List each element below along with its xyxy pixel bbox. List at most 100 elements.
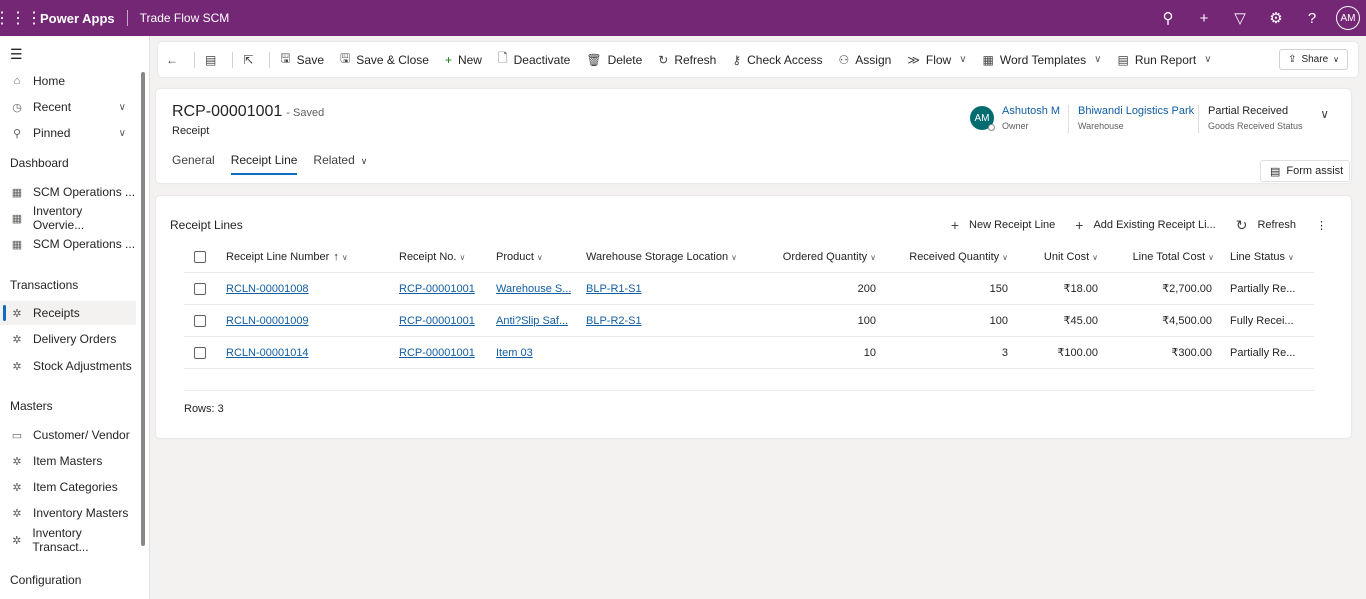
tab-general[interactable]: General — [172, 151, 215, 175]
grid-refresh-button[interactable]: ↻ Refresh — [1226, 217, 1306, 234]
new-receipt-line-button[interactable]: + New Receipt Line — [941, 217, 1065, 233]
chevron-down-icon[interactable]: ∨ — [119, 128, 126, 139]
new-button[interactable]: + New — [437, 42, 490, 77]
search-icon[interactable]: ⚲ — [1150, 0, 1186, 36]
brand-name[interactable]: Power Apps — [40, 11, 115, 26]
sidebar-item-item-categories[interactable]: ✲ Item Categories — [0, 475, 136, 499]
save-icon: 🖫 — [280, 51, 291, 65]
owner-name[interactable]: Ashutosh M — [1002, 105, 1060, 117]
deactivate-icon: 🗋 — [497, 51, 508, 65]
sidebar-item-customer-vendor[interactable]: ▭ Customer/ Vendor — [0, 423, 136, 447]
refresh-button[interactable]: ↻ Refresh — [650, 42, 724, 77]
chevron-down-icon[interactable]: ∨ — [1320, 107, 1329, 121]
receipt-link[interactable]: RCP-00001001 — [399, 315, 475, 327]
row-checkbox[interactable] — [194, 273, 206, 304]
help-icon[interactable]: ? — [1294, 0, 1330, 36]
receipt-link[interactable]: RCP-00001001 — [399, 347, 475, 359]
product-link[interactable]: Warehouse S... — [496, 283, 571, 295]
col-header-label: Line Status — [1230, 251, 1286, 263]
product-link[interactable]: Anti?Slip Saf... — [496, 315, 568, 327]
app-name[interactable]: Trade Flow SCM — [140, 11, 230, 25]
sidebar-item-item-masters[interactable]: ✲ Item Masters — [0, 449, 136, 473]
sidebar-item-label: Delivery Orders — [33, 332, 117, 346]
col-header-label: Unit Cost — [1043, 251, 1090, 263]
save-button[interactable]: 🖫 Save — [272, 42, 332, 77]
line-number-link[interactable]: RCLN-00001014 — [226, 347, 309, 359]
check-access-button[interactable]: ⚷ Check Access — [724, 42, 830, 77]
table-row[interactable]: RCLN-00001009 RCP-00001001 Anti?Slip Saf… — [184, 305, 1314, 337]
sidebar-item-stock-adjustments[interactable]: ✲ Stock Adjustments — [0, 354, 136, 378]
line-number-link[interactable]: RCLN-00001009 — [226, 315, 309, 327]
sidebar-item-home[interactable]: ⌂ Home — [0, 69, 136, 93]
chevron-down-icon[interactable]: ∨ — [119, 102, 126, 113]
flow-label: Flow — [925, 52, 952, 67]
table-row[interactable]: RCLN-00001008 RCP-00001001 Warehouse S..… — [184, 273, 1314, 305]
sidebar-item-inventory-transactions[interactable]: ✲ Inventory Transact... — [0, 526, 136, 554]
receipt-link[interactable]: RCP-00001001 — [399, 283, 475, 295]
gear-icon[interactable]: ⚙ — [1258, 0, 1294, 36]
sidebar-item-pinned[interactable]: ⚲ Pinned ∨ — [0, 121, 136, 145]
ordered-qty: 10 — [863, 346, 876, 359]
sidebar-scrollbar[interactable] — [141, 72, 145, 546]
sidebar-item-receipts[interactable]: ✲ Receipts — [0, 301, 136, 325]
flow-button[interactable]: ≫ Flow ∨ — [899, 42, 974, 77]
more-options-icon[interactable]: ⋮ — [1306, 219, 1337, 232]
record-type: Receipt — [172, 125, 210, 137]
hamburger-icon[interactable]: ☰ — [10, 46, 23, 63]
entity-icon: ✲ — [12, 333, 22, 346]
col-header-line-number[interactable]: Receipt Line Number ↑ ∨ — [226, 242, 348, 272]
plus-icon[interactable]: + — [1186, 0, 1222, 36]
share-icon: ⇪ — [1288, 54, 1297, 65]
tab-receipt-line[interactable]: Receipt Line — [230, 151, 297, 175]
sidebar-item-delivery-orders[interactable]: ✲ Delivery Orders — [0, 327, 136, 351]
add-existing-button[interactable]: + Add Existing Receipt Li... — [1065, 217, 1225, 233]
group-title-masters: Masters — [10, 399, 53, 413]
col-header-status[interactable]: Line Status ∨ — [1230, 242, 1294, 272]
divider — [269, 51, 271, 68]
warehouse-name[interactable]: Bhiwandi Logistics Park — [1078, 105, 1194, 117]
sidebar-item-recent[interactable]: ◷ Recent ∨ — [0, 95, 136, 119]
share-button[interactable]: ⇪ Share ∨ — [1279, 49, 1348, 70]
delete-button[interactable]: 🗑 Delete — [578, 42, 650, 77]
open-new-window-button[interactable]: ⇱ — [235, 42, 267, 77]
unit-cost: ₹100.00 — [1057, 347, 1098, 359]
col-header-receipt-no[interactable]: Receipt No. ∨ — [399, 242, 465, 272]
select-all-checkbox[interactable] — [194, 242, 206, 272]
col-header-location[interactable]: Warehouse Storage Location ∨ — [586, 242, 737, 272]
col-header-ordered[interactable]: Ordered Quantity ∨ — [774, 242, 876, 272]
run-report-button[interactable]: ▤ Run Report ∨ — [1109, 42, 1219, 77]
row-checkbox[interactable] — [194, 305, 206, 336]
product-link[interactable]: Item 03 — [496, 347, 533, 359]
save-close-button[interactable]: 🖫 Save & Close — [332, 42, 437, 77]
filter-icon[interactable]: ▽ — [1222, 0, 1258, 36]
line-number-link[interactable]: RCLN-00001008 — [226, 283, 309, 295]
col-header-received[interactable]: Received Quantity ∨ — [894, 242, 1008, 272]
form-assist-button[interactable]: ▤ Form assist — [1260, 160, 1350, 182]
back-button[interactable]: ← — [158, 42, 192, 77]
word-templates-button[interactable]: ▦ Word Templates ∨ — [975, 42, 1110, 77]
key-icon: ⚷ — [732, 52, 742, 67]
user-avatar[interactable]: AM — [1336, 6, 1360, 30]
form-view-button[interactable]: ▤ — [197, 42, 230, 77]
waffle-icon[interactable]: ⋮⋮⋮ — [0, 0, 42, 36]
plus-icon: + — [444, 52, 452, 67]
sidebar-item-scm-operations-2[interactable]: ▦ SCM Operations ... — [0, 232, 136, 256]
table-row[interactable]: RCLN-00001014 RCP-00001001 Item 03 10 3 … — [184, 337, 1314, 369]
sidebar-item-inventory-masters[interactable]: ✲ Inventory Masters — [0, 501, 136, 525]
add-existing-label: Add Existing Receipt Li... — [1093, 219, 1216, 231]
dashboard-icon: ▦ — [11, 238, 23, 251]
assign-button[interactable]: ⚇ Assign — [831, 42, 900, 77]
record-tabs: General Receipt Line Related ∨ — [172, 151, 383, 175]
location-link[interactable]: BLP-R2-S1 — [586, 315, 642, 327]
col-header-unit-cost[interactable]: Unit Cost ∨ — [1024, 242, 1098, 272]
deactivate-button[interactable]: 🗋 Deactivate — [490, 42, 578, 77]
chevron-down-icon: ∨ — [1288, 252, 1294, 262]
sidebar-item-inventory-overview[interactable]: ▦ Inventory Overvie... — [0, 204, 136, 232]
location-link[interactable]: BLP-R1-S1 — [586, 283, 642, 295]
entity-icon: ✲ — [12, 507, 22, 520]
col-header-total-cost[interactable]: Line Total Cost ∨ — [1114, 242, 1214, 272]
sidebar-item-scm-operations-1[interactable]: ▦ SCM Operations ... — [0, 180, 136, 204]
col-header-product[interactable]: Product ∨ — [496, 242, 543, 272]
tab-related[interactable]: Related ∨ — [313, 151, 367, 175]
row-checkbox[interactable] — [194, 337, 206, 368]
